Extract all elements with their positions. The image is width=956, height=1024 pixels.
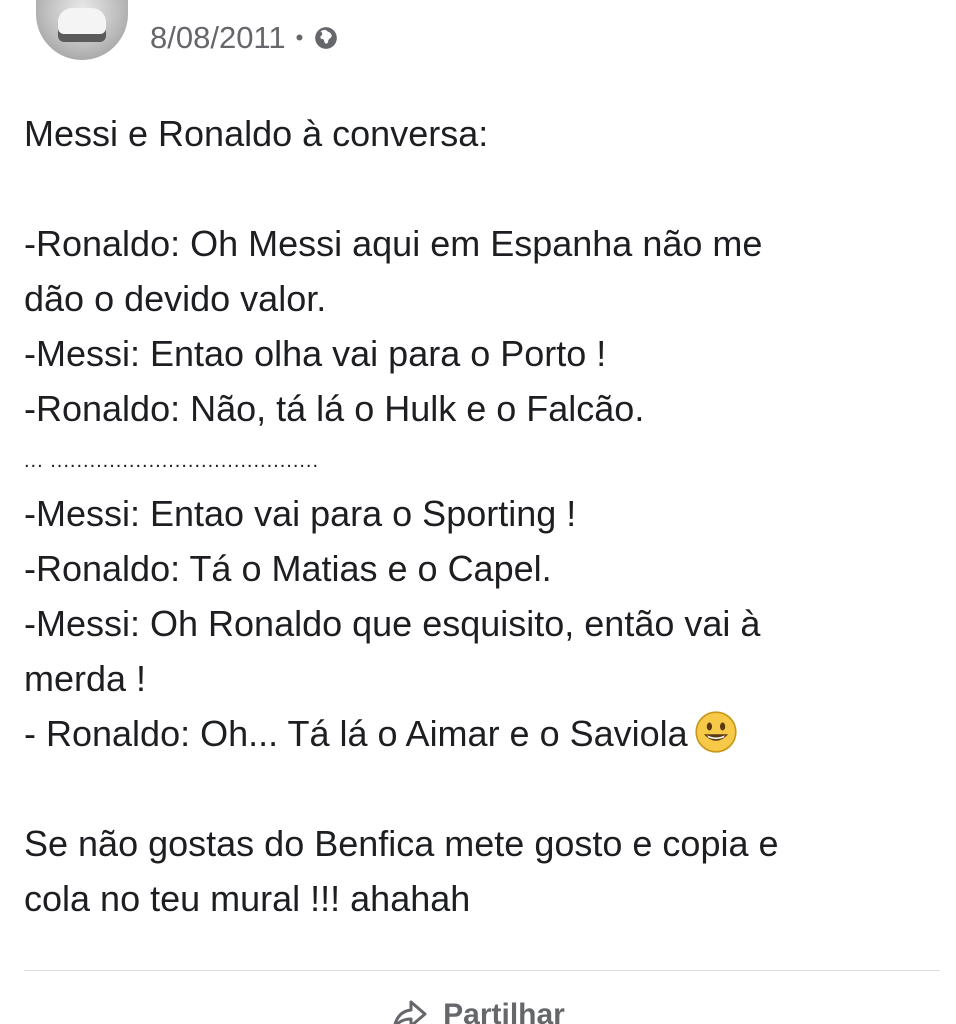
post-closing-line: Se não gostas do Benfica mete gosto e co… [24,823,779,864]
post-closing-line: cola no teu mural !!! ahahah [24,878,471,919]
globe-icon[interactable] [313,25,339,51]
post-title-line: Messi e Ronaldo à conversa: [24,113,489,154]
post-date[interactable]: 8/08/2011 [150,20,286,56]
post-line-with-emoji: - Ronaldo: Oh... Tá lá o Aimar e o Savio… [24,706,934,761]
smiling-face-emoji-icon [695,711,737,753]
post-line: -Messi: Oh Ronaldo que esquisito, então … [24,603,761,644]
post-line: -Messi: Entao olha vai para o Porto ! [24,333,607,374]
post-text: Messi e Ronaldo à conversa: -Ronaldo: Oh… [24,106,934,926]
post-header: 8/08/2011 • [0,0,956,70]
post-line: -Ronaldo: Não, tá lá o Hulk e o Falcão. [24,388,645,429]
post-meta: 8/08/2011 • [150,18,339,58]
meta-separator: • [295,25,304,50]
share-label: Partilhar [443,998,565,1024]
post-line: -Ronaldo: Tá o Matias e o Capel. [24,548,552,589]
post-divider [24,970,940,971]
dotted-separator: ... ....................................… [24,450,320,472]
post-line: -Messi: Entao vai para o Sporting ! [24,493,577,534]
author-avatar[interactable] [36,0,128,60]
post-line: -Ronaldo: Oh Messi aqui em Espanha não m… [24,223,763,264]
share-icon [393,1000,427,1024]
post-line: merda ! [24,658,147,699]
post-line: - Ronaldo: Oh... Tá lá o Aimar e o Savio… [24,713,688,754]
share-button[interactable]: Partilhar [0,995,956,1024]
post-line: dão o devido valor. [24,278,327,319]
